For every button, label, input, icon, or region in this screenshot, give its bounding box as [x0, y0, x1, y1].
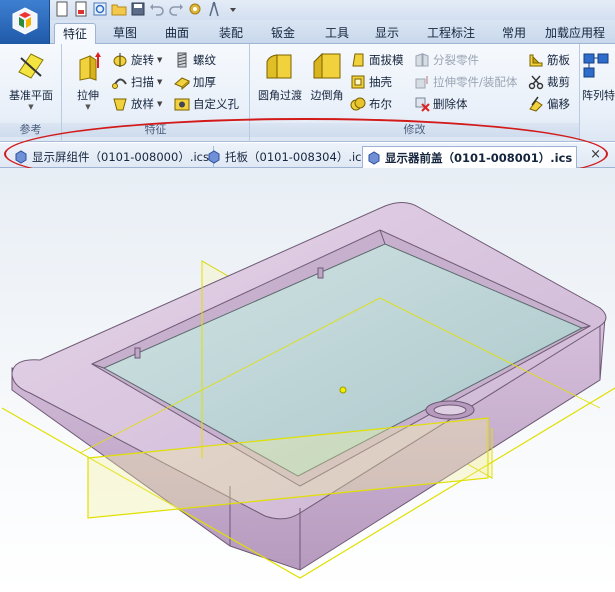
loft-button[interactable]: 放样 ▼ — [112, 94, 162, 114]
extrude-part-assembly-button[interactable]: 拉伸零件/装配体 — [414, 72, 517, 92]
datum-plane-icon — [18, 53, 44, 79]
quick-access-toolbar — [54, 1, 241, 17]
title-bar — [0, 0, 615, 20]
scissors-icon — [528, 75, 544, 90]
part-file-icon — [15, 150, 27, 164]
gear-icon[interactable] — [187, 1, 203, 17]
close-document-icon[interactable]: × — [590, 147, 601, 162]
tab-common[interactable]: 常用 — [494, 23, 534, 44]
split-part-icon — [415, 53, 429, 67]
draft-button[interactable]: 面拔模 — [350, 50, 404, 70]
boolean-icon — [350, 97, 366, 111]
shell-button[interactable]: 抽壳 — [350, 72, 392, 92]
redo-icon[interactable] — [168, 1, 184, 17]
chevron-down-icon: ▼ — [85, 103, 91, 111]
document-tab-front-cover[interactable]: 显示器前盖（0101-008001）.ics — [362, 146, 578, 168]
tab-display[interactable]: 显示 — [366, 23, 408, 44]
chevron-down-icon: ▼ — [157, 100, 163, 108]
part-file-icon — [368, 150, 380, 165]
tab-engineering-annotation[interactable]: 工程标注 — [420, 23, 482, 44]
thicken-button[interactable]: 加厚 — [174, 72, 216, 92]
boolean-button[interactable]: 布尔 — [350, 94, 392, 114]
chevron-down-icon: ▼ — [157, 78, 163, 86]
custom-hole-icon — [174, 98, 190, 111]
trim-button[interactable]: 裁剪 — [528, 72, 570, 92]
tab-sketch[interactable]: 草图 — [104, 23, 146, 44]
tab-sheet-metal[interactable]: 钣金 — [262, 23, 304, 44]
revolve-button[interactable]: 旋转 ▼ — [112, 50, 162, 70]
group-modify: 圆角过渡 边倒角 面拔模 抽壳 布尔 分裂零件 拉伸零件/装配体 删除体 筋板 … — [250, 44, 580, 142]
tab-addins[interactable]: 加载应用程 — [545, 23, 615, 44]
new-template-icon[interactable] — [73, 1, 89, 17]
draft-icon — [352, 53, 364, 67]
refresh-icon[interactable] — [92, 1, 108, 17]
thicken-icon — [174, 77, 190, 90]
document-tab-display-assembly[interactable]: 显示屏组件（0101-008000）.ics — [10, 146, 214, 168]
tab-assembly[interactable]: 装配 — [210, 23, 252, 44]
model-render — [1, 202, 615, 579]
tab-tools[interactable]: 工具 — [316, 23, 358, 44]
group-features: 拉伸 ▼ 旋转 ▼ 扫描 ▼ 放样 ▼ 螺纹 加厚 自定义孔 特征 — [62, 44, 250, 142]
extrude-part-icon — [415, 76, 428, 89]
shell-icon — [351, 75, 365, 89]
sweep-icon — [112, 78, 127, 89]
datum-plane-button[interactable]: 基准平面 ▼ — [4, 50, 58, 111]
new-file-icon[interactable] — [54, 1, 70, 17]
fillet-button[interactable]: 圆角过渡 — [254, 50, 306, 103]
rib-icon — [529, 54, 543, 67]
extrude-icon — [79, 52, 101, 81]
3d-viewport[interactable] — [0, 168, 615, 592]
save-icon[interactable] — [130, 1, 146, 17]
tab-features[interactable]: 特征 — [54, 23, 96, 45]
sweep-button[interactable]: 扫描 ▼ — [112, 72, 162, 92]
delete-body-icon — [415, 97, 430, 112]
thread-icon — [177, 52, 187, 68]
document-tab-pallet[interactable]: 托板（0101-008304）.ics — [203, 146, 373, 168]
rib-button[interactable]: 筋板 — [528, 50, 570, 70]
array-button[interactable]: 阵列特 — [582, 50, 615, 103]
delete-body-button[interactable]: 删除体 — [414, 94, 468, 114]
ribbon-tab-bar: 特征 草图 曲面 装配 钣金 工具 显示 工程标注 常用 加载应用程 — [0, 20, 615, 45]
loft-icon — [113, 98, 127, 111]
compass-icon[interactable] — [206, 1, 222, 17]
ribbon-panel: 基准平面 ▼ 参考 拉伸 ▼ 旋转 ▼ 扫描 ▼ 放样 ▼ 螺纹 加厚 自定义孔… — [0, 44, 615, 142]
chevron-down-icon: ▼ — [28, 103, 34, 111]
extrude-button[interactable]: 拉伸 ▼ — [68, 50, 108, 111]
chamfer-button[interactable]: 边倒角 — [306, 50, 348, 103]
customize-dropdown-icon[interactable] — [225, 1, 241, 17]
array-icon — [583, 53, 609, 78]
offset-icon — [529, 96, 543, 112]
open-folder-icon[interactable] — [111, 1, 127, 17]
tab-surface[interactable]: 曲面 — [156, 23, 198, 44]
group-array: 阵列特 — [580, 44, 615, 142]
part-file-icon — [208, 150, 220, 164]
revolve-icon — [113, 53, 127, 67]
group-reference: 基准平面 ▼ 参考 — [0, 44, 62, 142]
offset-button[interactable]: 偏移 — [528, 94, 570, 114]
document-tab-bar: 显示屏组件（0101-008000）.ics 托板（0101-008304）.i… — [0, 143, 615, 168]
chamfer-icon — [313, 52, 341, 79]
split-part-button[interactable]: 分裂零件 — [414, 50, 479, 70]
fillet-icon — [266, 54, 292, 79]
application-menu-button[interactable] — [0, 0, 50, 44]
undo-icon[interactable] — [149, 1, 165, 17]
custom-hole-button[interactable]: 自定义孔 — [174, 94, 239, 114]
thread-button[interactable]: 螺纹 — [174, 50, 216, 70]
app-logo-icon — [12, 7, 38, 35]
chevron-down-icon: ▼ — [157, 56, 163, 64]
